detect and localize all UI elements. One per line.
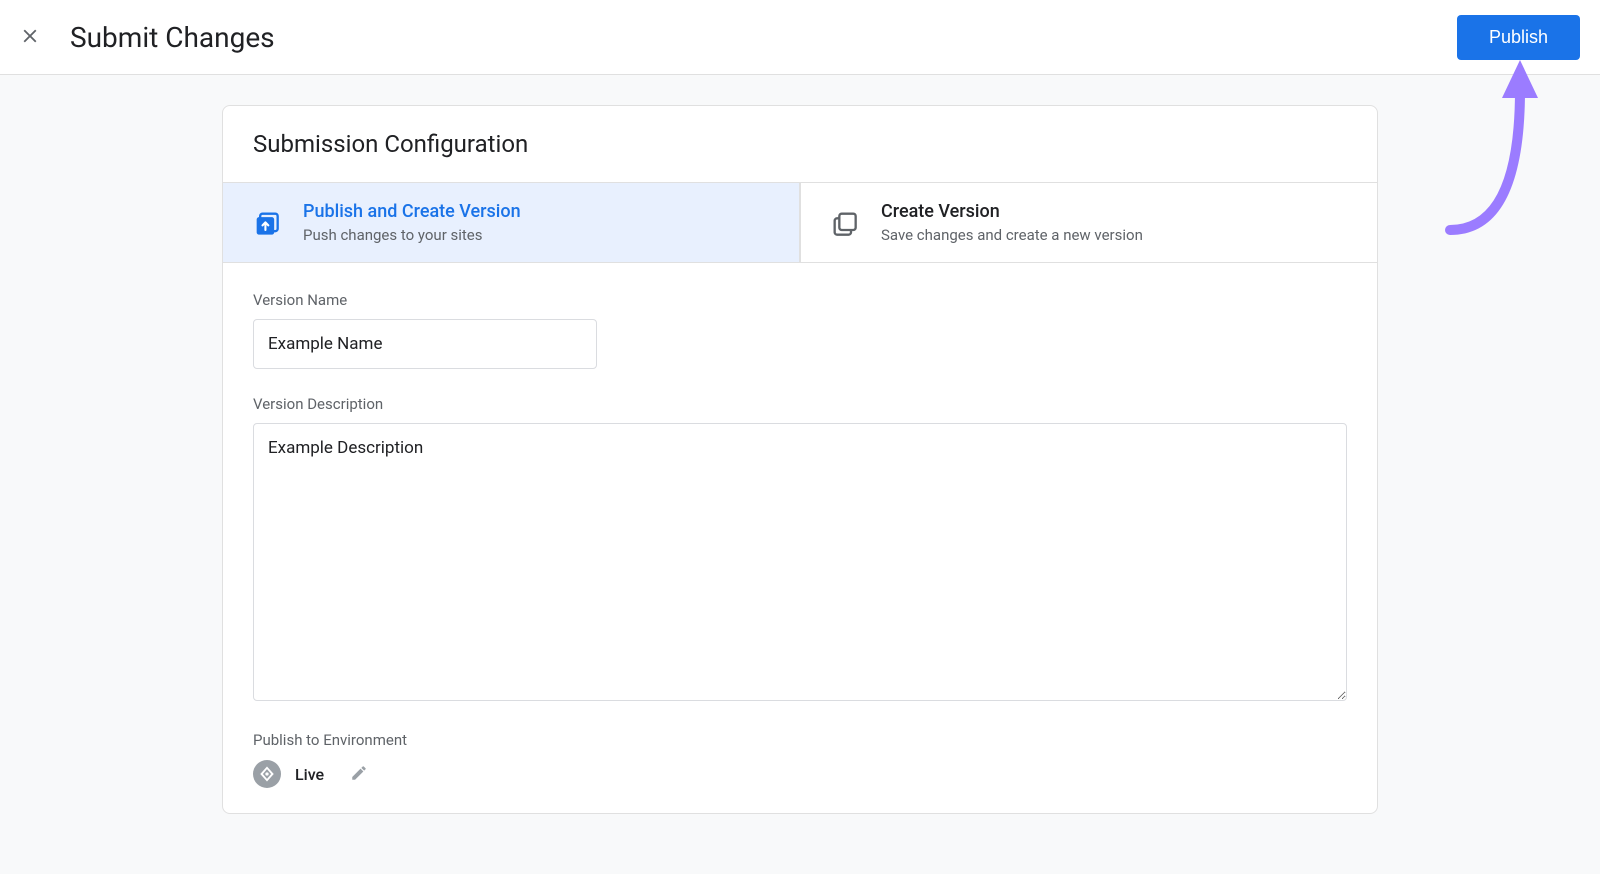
publish-upload-icon	[251, 209, 281, 237]
version-description-input[interactable]	[253, 423, 1347, 701]
form-area: Version Name Version Description Publish…	[223, 263, 1377, 813]
body-area: Submission Configuration Publish and Cre…	[0, 75, 1600, 874]
publish-button[interactable]: Publish	[1457, 15, 1580, 60]
publish-environment-label: Publish to Environment	[253, 731, 1347, 749]
option-create-version[interactable]: Create Version Save changes and create a…	[800, 183, 1377, 262]
version-name-input[interactable]	[253, 319, 597, 369]
submission-config-card: Submission Configuration Publish and Cre…	[222, 105, 1378, 814]
option-title: Create Version	[881, 201, 1143, 222]
close-button[interactable]	[10, 17, 50, 57]
option-title: Publish and Create Version	[303, 201, 521, 222]
card-header: Submission Configuration	[223, 106, 1377, 183]
edit-environment-button[interactable]	[344, 759, 374, 789]
pencil-icon	[350, 764, 368, 785]
version-description-label: Version Description	[253, 395, 1347, 413]
card-title: Submission Configuration	[253, 130, 1347, 158]
page-title: Submit Changes	[70, 21, 1457, 54]
create-version-icon	[829, 209, 859, 237]
option-text: Create Version Save changes and create a…	[881, 201, 1143, 244]
option-publish-and-create-version[interactable]: Publish and Create Version Push changes …	[223, 183, 800, 262]
option-text: Publish and Create Version Push changes …	[303, 201, 521, 244]
submission-options: Publish and Create Version Push changes …	[223, 183, 1377, 263]
environment-row: Live	[253, 759, 1347, 789]
environment-live-icon	[253, 760, 281, 788]
version-name-label: Version Name	[253, 291, 1347, 309]
environment-name: Live	[295, 765, 324, 784]
option-desc: Push changes to your sites	[303, 226, 521, 244]
dialog-header: Submit Changes Publish	[0, 0, 1600, 75]
close-icon	[19, 25, 41, 50]
option-desc: Save changes and create a new version	[881, 226, 1143, 244]
